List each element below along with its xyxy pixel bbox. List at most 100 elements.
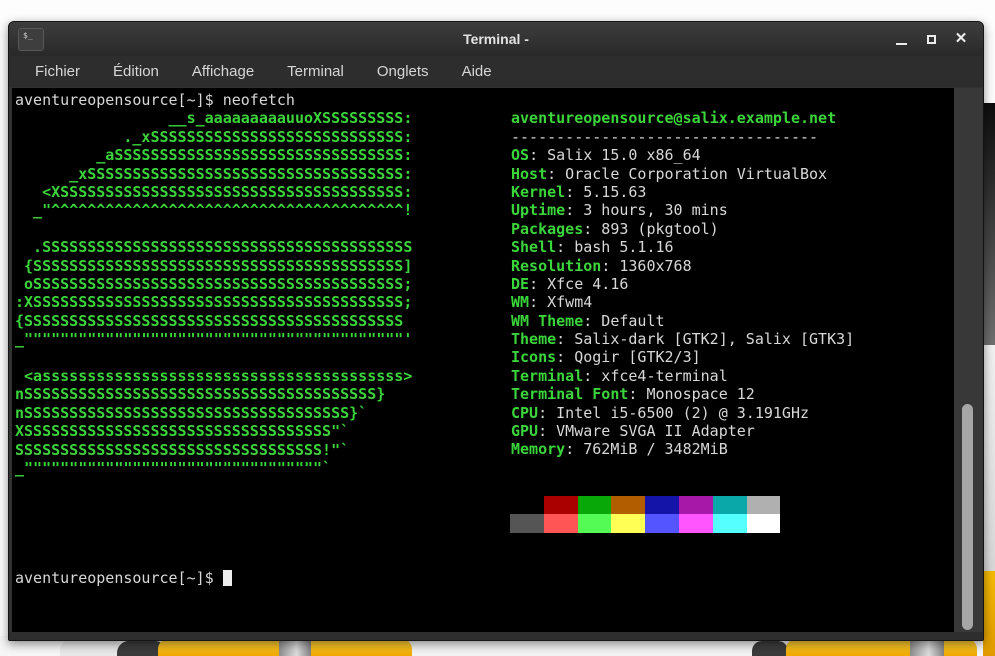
- palette-swatch: [645, 514, 679, 533]
- menu-item[interactable]: Fichier: [35, 63, 80, 80]
- palette-swatch: [679, 514, 713, 533]
- palette-swatch: [645, 496, 679, 515]
- maximize-button[interactable]: [923, 31, 939, 47]
- info-value: : Salix 15.0 x86_64: [529, 146, 701, 164]
- info-label: Terminal Font: [511, 385, 628, 403]
- info-value: : Xfce 4.16: [529, 275, 628, 293]
- info-value: : Intel i5-6500 (2) @ 3.191GHz: [538, 404, 809, 422]
- neofetch-info-row: Shell: bash 5.1.16: [511, 238, 854, 256]
- window-title: Terminal -: [9, 22, 983, 56]
- neofetch-info-row: Uptime: 3 hours, 30 mins: [511, 201, 854, 219]
- terminal-screen[interactable]: aventureopensource[~]$ neofetch __s_aaaa…: [12, 88, 954, 634]
- info-label: OS: [511, 146, 529, 164]
- command-text: neofetch: [223, 91, 295, 109]
- info-value: : 5.15.63: [565, 183, 646, 201]
- info-label: Uptime: [511, 201, 565, 219]
- color-palette-row-bright: [510, 514, 780, 533]
- prompt-line-command: aventureopensource[~]$ neofetch: [15, 91, 295, 109]
- neofetch-info-row: Packages: 893 (pkgtool): [511, 220, 854, 238]
- desktop: $_ Terminal - ✕ Fichier Édition Affichage T…: [0, 0, 995, 656]
- neofetch-info-row: Theme: Salix-dark [GTK2], Salix [GTK3]: [511, 330, 854, 348]
- palette-swatch: [544, 496, 578, 515]
- text-cursor: [223, 570, 233, 586]
- palette-swatch: [544, 514, 578, 533]
- info-value: : VMware SVGA II Adapter: [538, 422, 755, 440]
- neofetch-info-rows: OS: Salix 15.0 x86_64Host: Oracle Corpor…: [511, 146, 854, 459]
- prompt-line-current: aventureopensource[~]$: [15, 569, 232, 587]
- neofetch-info-row: Terminal Font: Monospace 12: [511, 385, 854, 403]
- info-value: : bash 5.1.16: [556, 238, 673, 256]
- info-value: : xfce4-terminal: [583, 367, 728, 385]
- scrollbar-thumb[interactable]: [962, 404, 973, 630]
- info-value: : Xfwm4: [529, 293, 592, 311]
- palette-swatch: [713, 514, 747, 533]
- neofetch-info-row: Host: Oracle Corporation VirtualBox: [511, 165, 854, 183]
- close-button[interactable]: ✕: [953, 31, 969, 47]
- menu-item[interactable]: Aide: [462, 63, 492, 80]
- neofetch-user-host: aventureopensource@salix.example.net: [511, 109, 854, 127]
- neofetch-info-row: Terminal: xfce4-terminal: [511, 367, 854, 385]
- info-value: : Salix-dark [GTK2], Salix [GTK3]: [556, 330, 854, 348]
- wallpaper-duck-body-left: [60, 640, 122, 656]
- info-label: Packages: [511, 220, 583, 238]
- info-label: Shell: [511, 238, 556, 256]
- info-value: : Monospace 12: [628, 385, 754, 403]
- wallpaper-right-edge-yellow: [983, 571, 995, 656]
- neofetch-info-row: DE: Xfce 4.16: [511, 275, 854, 293]
- scrollbar[interactable]: [954, 88, 982, 634]
- palette-swatch: [679, 496, 713, 515]
- terminal-app-icon[interactable]: $_: [18, 28, 44, 51]
- wallpaper-right-edge-light: [983, 345, 995, 571]
- info-label: Theme: [511, 330, 556, 348]
- info-value: : 3 hours, 30 mins: [565, 201, 728, 219]
- menu-item[interactable]: Affichage: [192, 63, 254, 80]
- titlebar[interactable]: $_ Terminal - ✕: [9, 22, 983, 56]
- info-label: WM Theme: [511, 312, 583, 330]
- minimize-button[interactable]: [893, 31, 909, 47]
- info-value: : Qogir [GTK2/3]: [556, 348, 701, 366]
- window-controls: ✕: [893, 22, 969, 56]
- menubar: Fichier Édition Affichage Terminal Onglets Ai…: [9, 56, 983, 87]
- menu-item[interactable]: Édition: [113, 63, 159, 80]
- info-label: Memory: [511, 440, 565, 458]
- neofetch-info-row: OS: Salix 15.0 x86_64: [511, 146, 854, 164]
- prompt-text: aventureopensource[~]$: [15, 91, 214, 109]
- neofetch-info-row: Kernel: 5.15.63: [511, 183, 854, 201]
- neofetch-info-row: Icons: Qogir [GTK2/3]: [511, 348, 854, 366]
- neofetch-info-row: WM: Xfwm4: [511, 293, 854, 311]
- info-label: WM: [511, 293, 529, 311]
- menu-item[interactable]: Terminal: [287, 63, 344, 80]
- info-label: CPU: [511, 404, 538, 422]
- info-value: : 1360x768: [601, 257, 691, 275]
- neofetch-separator: ----------------------------------: [511, 128, 854, 146]
- neofetch-info-row: Resolution: 1360x768: [511, 257, 854, 275]
- maximize-icon: [927, 35, 936, 44]
- neofetch-info-row: CPU: Intel i5-6500 (2) @ 3.191GHz: [511, 404, 854, 422]
- neofetch-info-row: GPU: VMware SVGA II Adapter: [511, 422, 854, 440]
- info-label: Terminal: [511, 367, 583, 385]
- palette-swatch: [578, 496, 612, 515]
- palette-swatch: [611, 496, 645, 515]
- info-label: Resolution: [511, 257, 601, 275]
- info-label: Host: [511, 165, 547, 183]
- menu-item[interactable]: Onglets: [377, 63, 429, 80]
- close-icon: ✕: [955, 31, 968, 47]
- neofetch-info: aventureopensource@salix.example.net ---…: [511, 109, 854, 458]
- info-value: : 893 (pkgtool): [583, 220, 718, 238]
- wallpaper-dark-arc-right: [752, 641, 788, 656]
- color-palette-row-normal: [510, 496, 780, 515]
- wallpaper-light-shape-middle: [412, 640, 752, 656]
- prompt-text: aventureopensource[~]$: [15, 569, 214, 587]
- info-value: : Oracle Corporation VirtualBox: [547, 165, 827, 183]
- palette-swatch: [611, 514, 645, 533]
- info-label: Icons: [511, 348, 556, 366]
- wallpaper-right-edge-dark: [983, 103, 995, 345]
- neofetch-info-row: Memory: 762MiB / 3482MiB: [511, 440, 854, 458]
- palette-swatch: [510, 496, 544, 515]
- neofetch-ascii-art: __s_aaaaaaaaauuoXSSSSSSSSS: ._xSSSSSSSSS…: [15, 109, 412, 477]
- neofetch-info-row: WM Theme: Default: [511, 312, 854, 330]
- palette-swatch: [747, 514, 781, 533]
- palette-swatch: [713, 496, 747, 515]
- terminal-window: $_ Terminal - ✕ Fichier Édition Affichage T…: [8, 21, 984, 641]
- info-label: GPU: [511, 422, 538, 440]
